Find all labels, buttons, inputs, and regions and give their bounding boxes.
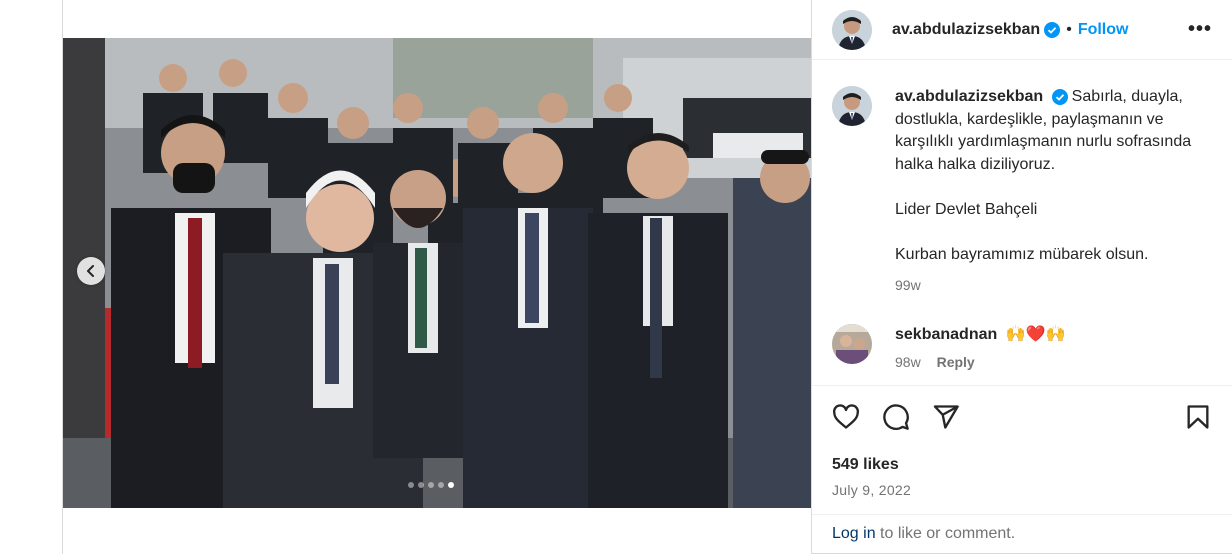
likes-count[interactable]: 549 likes xyxy=(832,456,899,474)
header-separator: • xyxy=(1066,20,1072,38)
carousel-dots xyxy=(408,482,454,488)
post-date: July 9, 2022 xyxy=(832,482,912,498)
comments-section: av.abdulazizsekban Sabırla, duayla, dost… xyxy=(812,60,1232,386)
post-side-panel: av.abdulazizsekban • Follow ••• av.abdul… xyxy=(812,0,1232,554)
login-prompt: Log in to like or comment. xyxy=(812,514,1232,554)
bookmark-icon[interactable] xyxy=(1184,403,1212,436)
comment-avatar[interactable] xyxy=(832,324,872,364)
more-options-button[interactable]: ••• xyxy=(1188,18,1212,41)
carousel-dot xyxy=(438,482,444,488)
comment-icon[interactable] xyxy=(882,403,910,436)
carousel-prev-button[interactable] xyxy=(77,257,105,285)
follow-button[interactable]: Follow xyxy=(1078,21,1129,39)
comment-meta: 98w Reply xyxy=(895,354,1065,370)
carousel-dot xyxy=(418,482,424,488)
post-header: av.abdulazizsekban • Follow ••• xyxy=(812,0,1232,60)
carousel-dot xyxy=(408,482,414,488)
caption-text: Sabırla, duayla, dostlukla, kardeşlikle,… xyxy=(895,88,1192,263)
avatar[interactable] xyxy=(832,9,872,50)
reply-button[interactable]: Reply xyxy=(937,354,975,370)
carousel-dot xyxy=(428,482,434,488)
comment-username[interactable]: sekbanadnan xyxy=(895,326,997,343)
comment-text: 🙌❤️🙌 xyxy=(1005,326,1066,343)
post-media xyxy=(63,0,812,554)
comment-item: sekbanadnan 🙌❤️🙌 98w Reply xyxy=(832,324,1065,370)
post-photo xyxy=(63,38,811,508)
caption-time[interactable]: 99w xyxy=(895,274,1195,297)
action-bar xyxy=(812,386,1232,452)
caption-username[interactable]: av.abdulazizsekban xyxy=(895,88,1043,105)
page-gutter xyxy=(0,0,62,560)
share-icon[interactable] xyxy=(932,403,960,436)
carousel-dot-active xyxy=(448,482,454,488)
caption-avatar[interactable] xyxy=(832,86,872,126)
comment-time[interactable]: 98w xyxy=(895,354,921,370)
header-username[interactable]: av.abdulazizsekban xyxy=(892,21,1040,39)
heart-icon[interactable] xyxy=(832,403,860,436)
caption: av.abdulazizsekban Sabırla, duayla, dost… xyxy=(832,86,1195,297)
verified-badge-icon xyxy=(1044,21,1061,38)
caption-body: av.abdulazizsekban Sabırla, duayla, dost… xyxy=(895,86,1195,297)
verified-badge-icon xyxy=(1051,88,1068,105)
login-link[interactable]: Log in xyxy=(832,525,876,542)
comment-body: sekbanadnan 🙌❤️🙌 98w Reply xyxy=(895,324,1065,370)
chevron-left-icon xyxy=(87,265,94,277)
login-prompt-text: to like or comment. xyxy=(875,525,1016,542)
